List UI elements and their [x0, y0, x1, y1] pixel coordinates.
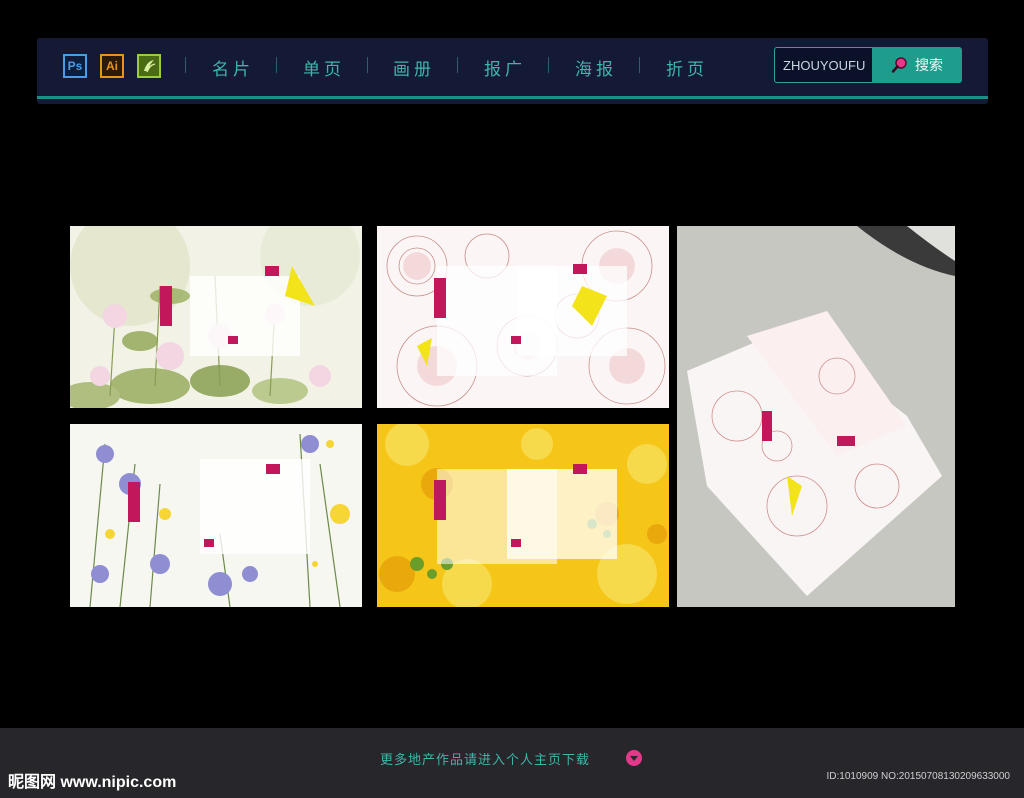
nav-item-poster[interactable]: 海报: [575, 55, 617, 80]
illustrator-icon[interactable]: Ai: [100, 54, 124, 78]
indesign-icon[interactable]: [137, 54, 161, 78]
nav-separator: [276, 57, 277, 73]
image-id-label: ID:1010909 NO:20150708130209633000: [826, 771, 1011, 782]
chevron-down-glyph-icon: [630, 756, 638, 761]
more-works-link[interactable]: 更多地产作品请进入个人主页下载: [380, 749, 590, 768]
preview-cherry-blossom-fold[interactable]: [377, 226, 669, 408]
preview-iris-fold[interactable]: [70, 424, 362, 607]
nav-separator: [185, 57, 186, 73]
nav-separator: [367, 57, 368, 73]
nav-separator: [548, 57, 549, 73]
nav-item-brochure[interactable]: 画册: [393, 55, 435, 80]
search-input[interactable]: [774, 47, 872, 83]
photoshop-icon[interactable]: Ps: [63, 54, 87, 78]
site-watermark: 昵图网 www.nipic.com: [8, 774, 177, 791]
nav-item-business-card[interactable]: 名片: [212, 55, 254, 80]
nav-item-newspaper-ad[interactable]: 报广: [484, 55, 526, 80]
nav-separator: [639, 57, 640, 73]
nav-underline: [37, 96, 988, 99]
nav-separator: [457, 57, 458, 73]
nav-item-fold[interactable]: 折页: [666, 55, 708, 80]
magnifier-icon: [891, 57, 907, 73]
preview-folded-mockup-photo[interactable]: [677, 226, 955, 607]
indesign-glyph-icon: [144, 60, 156, 73]
search-button[interactable]: 搜索: [872, 47, 962, 83]
preview-lotus-fold[interactable]: [70, 226, 362, 408]
search-button-label: 搜索: [915, 58, 943, 74]
chevron-down-icon[interactable]: [626, 750, 642, 766]
preview-yellow-leaves-fold[interactable]: [377, 424, 669, 607]
nav-item-flyer[interactable]: 单页: [303, 55, 345, 80]
